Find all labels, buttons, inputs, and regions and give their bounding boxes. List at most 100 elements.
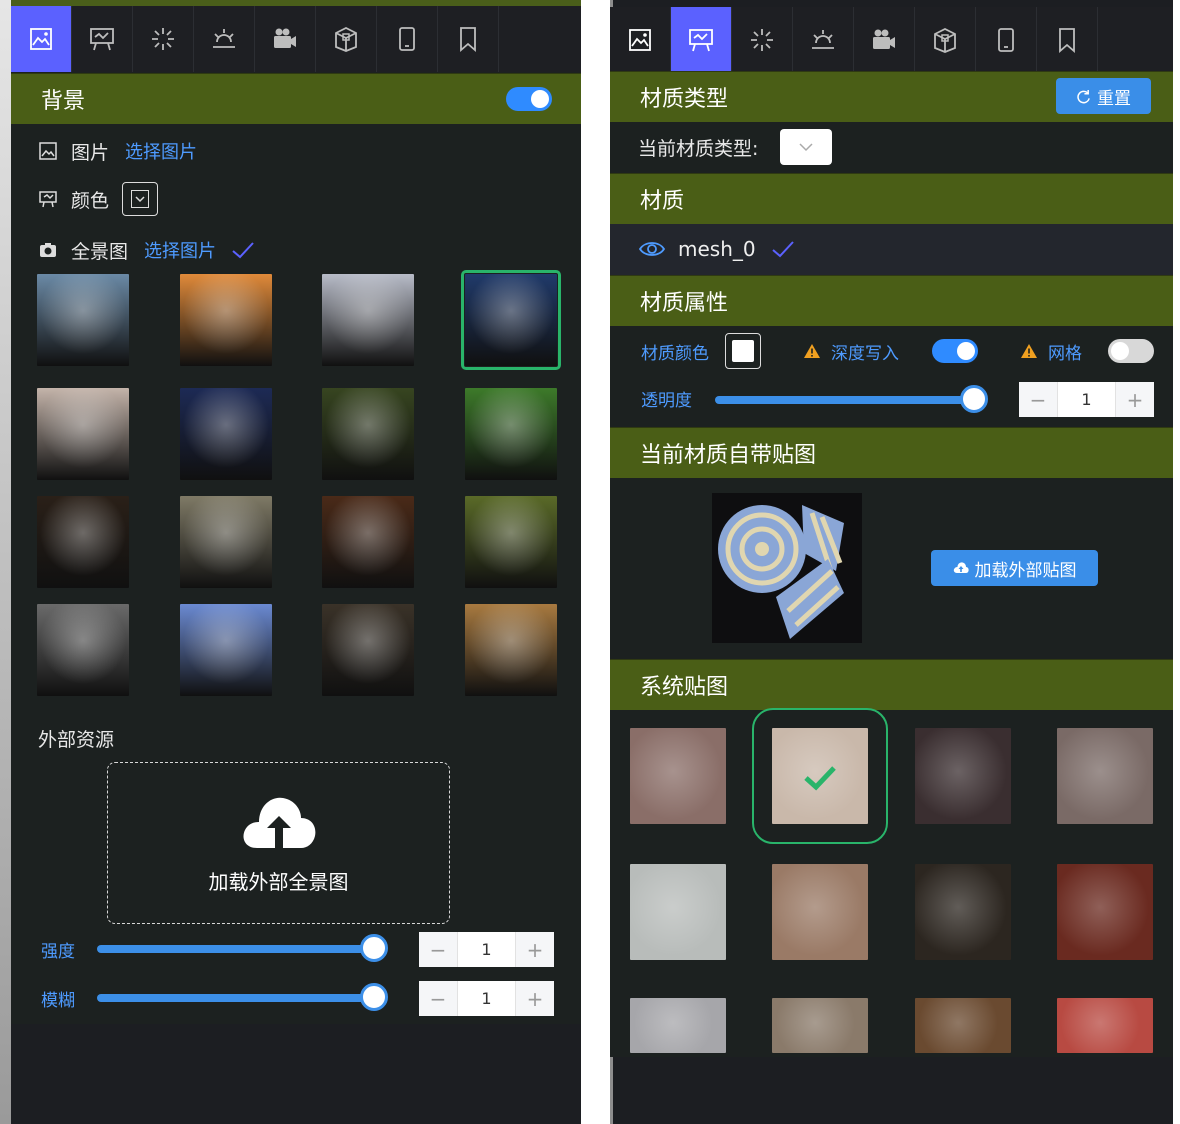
decrement-button[interactable]: − bbox=[419, 981, 457, 1016]
tab-image[interactable] bbox=[610, 7, 671, 73]
increment-button[interactable]: + bbox=[516, 981, 554, 1016]
system-map-thumbnail[interactable] bbox=[630, 728, 726, 824]
select-panorama-link[interactable]: 选择图片 bbox=[144, 237, 216, 263]
system-map-thumbnail[interactable] bbox=[1057, 728, 1153, 824]
bookmark-icon bbox=[460, 27, 476, 52]
grid-toggle[interactable] bbox=[1108, 339, 1154, 363]
intensity-value[interactable]: 1 bbox=[457, 932, 516, 967]
background-panel: 背景 图片 选择图片 颜色 全景图 选择图片 外部资源 加载外部全景图 强度 −… bbox=[0, 0, 581, 1124]
grid-row: 网格 bbox=[1020, 333, 1082, 369]
window-edge bbox=[0, 0, 11, 1124]
color-row: 颜色 bbox=[38, 182, 159, 216]
material-color-picker[interactable] bbox=[725, 333, 761, 369]
increment-button[interactable]: + bbox=[516, 932, 554, 967]
system-map-thumbnail[interactable] bbox=[772, 864, 868, 960]
tab-camera[interactable] bbox=[854, 7, 915, 73]
tab-box[interactable] bbox=[915, 7, 976, 73]
tab-sparkle[interactable] bbox=[133, 6, 194, 72]
opacity-slider-handle[interactable] bbox=[960, 385, 988, 413]
mesh-row[interactable]: mesh_0 bbox=[610, 224, 1173, 275]
panorama-thumbnail[interactable] bbox=[180, 388, 272, 480]
blur-slider[interactable] bbox=[97, 983, 388, 1011]
panorama-thumbnail[interactable] bbox=[465, 604, 557, 696]
tab-sunrise[interactable] bbox=[793, 7, 854, 73]
box-icon bbox=[335, 26, 357, 52]
background-section-header: 背景 bbox=[11, 73, 581, 124]
eye-icon[interactable] bbox=[638, 239, 666, 259]
system-map-thumbnail[interactable] bbox=[752, 708, 888, 844]
color-picker[interactable] bbox=[122, 182, 159, 216]
panorama-thumbnail[interactable] bbox=[461, 270, 561, 370]
external-resource-title: 外部资源 bbox=[38, 724, 114, 752]
mesh-name: mesh_0 bbox=[678, 237, 756, 261]
blur-value[interactable]: 1 bbox=[457, 981, 516, 1016]
tab-tablet[interactable] bbox=[976, 7, 1037, 73]
panorama-thumbnail[interactable] bbox=[37, 274, 129, 366]
depth-write-toggle[interactable] bbox=[932, 339, 978, 363]
panorama-thumbnail[interactable] bbox=[322, 496, 414, 588]
panorama-thumbnail[interactable] bbox=[37, 388, 129, 480]
decrement-button[interactable]: − bbox=[419, 932, 457, 967]
tab-tablet[interactable] bbox=[377, 6, 438, 72]
intensity-stepper[interactable]: − 1 + bbox=[419, 932, 554, 967]
upload-dropzone[interactable]: 加载外部全景图 bbox=[107, 762, 450, 924]
panorama-thumbnail[interactable] bbox=[180, 274, 272, 366]
blur-slider-handle[interactable] bbox=[360, 983, 388, 1011]
system-map-thumbnail[interactable] bbox=[630, 998, 726, 1053]
material-attr-title: 材质属性 bbox=[640, 291, 729, 316]
panorama-thumbnail[interactable] bbox=[180, 496, 272, 588]
intensity-slider[interactable] bbox=[97, 934, 388, 962]
blur-stepper[interactable]: − 1 + bbox=[419, 981, 554, 1016]
presentation-icon bbox=[39, 191, 57, 208]
system-map-thumbnail[interactable] bbox=[915, 998, 1011, 1053]
intensity-row: 强度 bbox=[41, 936, 75, 962]
intensity-label: 强度 bbox=[41, 941, 75, 962]
cloud-upload-icon bbox=[243, 797, 315, 848]
system-map-thumbnail[interactable] bbox=[1057, 998, 1153, 1053]
system-map-thumbnail[interactable] bbox=[1057, 864, 1153, 960]
panorama-thumbnail[interactable] bbox=[322, 274, 414, 366]
material-panel: 材质类型 重置 当前材质类型: 材质 mesh_0 材质属性 材质颜色 深度写入… bbox=[610, 0, 1173, 1124]
opacity-stepper[interactable]: − 1 + bbox=[1019, 382, 1154, 417]
refresh-icon bbox=[1077, 89, 1090, 103]
panorama-thumbnail[interactable] bbox=[37, 604, 129, 696]
panorama-thumbnail[interactable] bbox=[37, 496, 129, 588]
tab-sparkle[interactable] bbox=[732, 7, 793, 73]
image-icon bbox=[629, 29, 651, 51]
material-type-select[interactable] bbox=[780, 129, 833, 165]
tab-image[interactable] bbox=[11, 6, 72, 72]
panorama-thumbnail[interactable] bbox=[465, 388, 557, 480]
panorama-thumbnail[interactable] bbox=[322, 388, 414, 480]
depth-write-label: 深度写入 bbox=[831, 343, 899, 364]
panorama-thumbnail[interactable] bbox=[465, 496, 557, 588]
system-map-thumbnail[interactable] bbox=[915, 864, 1011, 960]
system-map-thumbnail[interactable] bbox=[915, 728, 1011, 824]
tab-presentation[interactable] bbox=[72, 6, 133, 72]
panorama-thumbnail[interactable] bbox=[180, 604, 272, 696]
opacity-slider[interactable] bbox=[715, 385, 988, 413]
system-map-thumbnail[interactable] bbox=[772, 998, 868, 1053]
check-icon bbox=[232, 242, 254, 259]
tab-camera[interactable] bbox=[255, 6, 316, 72]
increment-button[interactable]: + bbox=[1116, 382, 1154, 417]
tab-sunrise[interactable] bbox=[194, 6, 255, 72]
background-toggle[interactable] bbox=[506, 87, 552, 111]
intensity-slider-handle[interactable] bbox=[360, 934, 388, 962]
tab-bookmark[interactable] bbox=[438, 6, 499, 72]
camera-icon bbox=[873, 29, 895, 49]
tab-bookmark[interactable] bbox=[1037, 7, 1098, 73]
material-type-title: 材质类型 bbox=[640, 87, 729, 112]
reset-button[interactable]: 重置 bbox=[1056, 78, 1151, 114]
builtin-map-header: 当前材质自带贴图 bbox=[610, 427, 1173, 478]
load-external-map-button[interactable]: 加载外部贴图 bbox=[931, 550, 1098, 586]
cloud-upload-icon bbox=[953, 562, 969, 573]
tab-box[interactable] bbox=[316, 6, 377, 72]
system-map-thumbnail[interactable] bbox=[630, 864, 726, 960]
opacity-value[interactable]: 1 bbox=[1057, 382, 1116, 417]
builtin-map-title: 当前材质自带贴图 bbox=[640, 443, 817, 468]
sparkle-icon bbox=[152, 28, 174, 50]
panorama-thumbnail[interactable] bbox=[322, 604, 414, 696]
tab-presentation[interactable] bbox=[671, 7, 732, 73]
select-image-link[interactable]: 选择图片 bbox=[125, 138, 197, 164]
decrement-button[interactable]: − bbox=[1019, 382, 1057, 417]
